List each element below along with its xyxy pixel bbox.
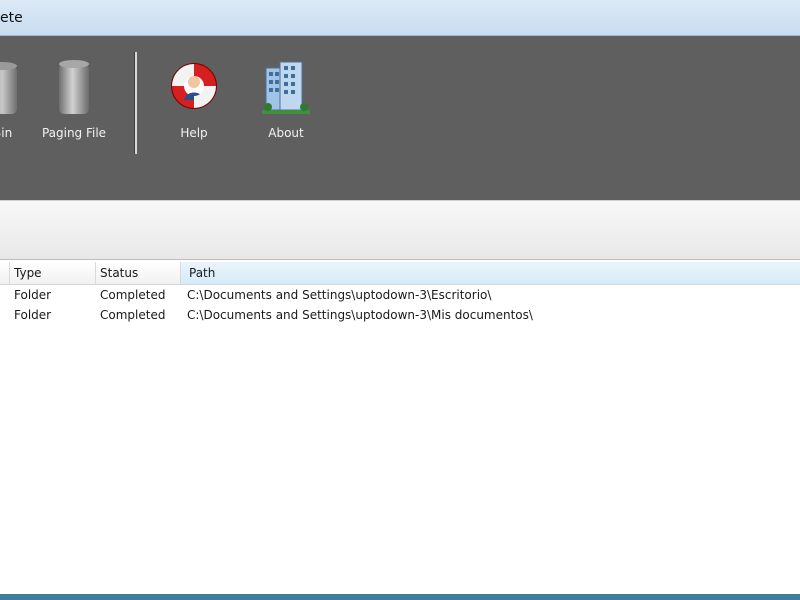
help-button[interactable]: Help <box>149 54 239 164</box>
cell-type: Folder <box>14 308 52 322</box>
paging-file-button[interactable]: Paging File <box>29 54 119 164</box>
about-button[interactable]: About <box>241 54 331 164</box>
toolbar-item-label: About <box>268 126 304 140</box>
column-header-path[interactable]: Path <box>181 262 800 284</box>
column-header-type[interactable]: Type <box>10 262 96 284</box>
cell-status: Completed <box>100 288 166 302</box>
cell-path: C:\Documents and Settings\uptodown-3\Mis… <box>187 308 533 322</box>
toolbar-item-label: Help <box>180 126 208 140</box>
building-about-icon <box>258 58 314 121</box>
table-row[interactable]: Folder Completed C:\Documents and Settin… <box>0 285 800 305</box>
bottom-accent-bar <box>0 594 800 600</box>
results-list: Type Status Path Folder Completed C:\Doc… <box>0 260 800 594</box>
table-row[interactable]: Folder Completed C:\Documents and Settin… <box>0 305 800 325</box>
info-strip <box>0 200 800 260</box>
recycle-bin-icon <box>0 58 25 121</box>
toolbar-item-label: Paging File <box>41 126 107 140</box>
window-title: ete <box>0 10 23 26</box>
cell-type: Folder <box>14 288 52 302</box>
column-header-status[interactable]: Status <box>96 262 181 284</box>
main-toolbar: Bin Paging File <box>0 36 800 200</box>
toolbar-item-label: Bin <box>0 126 13 140</box>
lifebuoy-help-icon <box>166 58 222 121</box>
list-header: Type Status Path <box>0 262 800 285</box>
toolbar-separator <box>134 52 137 154</box>
cell-status: Completed <box>100 308 166 322</box>
paging-file-cylinder-icon <box>51 58 97 121</box>
window-titlebar: ete <box>0 0 800 36</box>
column-header-first[interactable] <box>0 262 10 284</box>
cell-path: C:\Documents and Settings\uptodown-3\Esc… <box>187 288 492 302</box>
